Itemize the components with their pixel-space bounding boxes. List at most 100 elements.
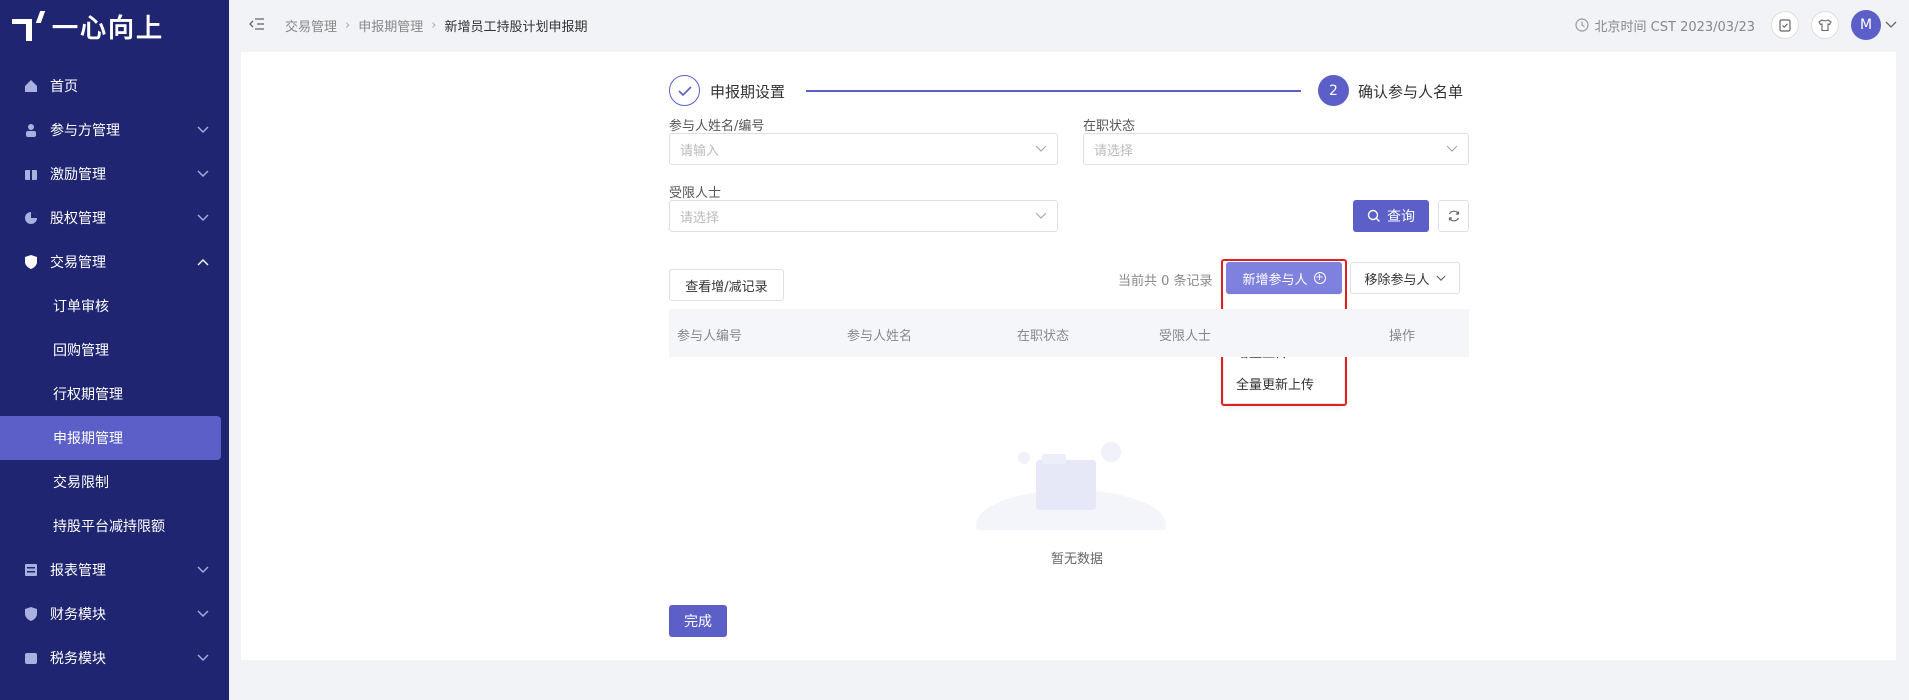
sidebar-item-home[interactable]: 首页 xyxy=(0,64,229,108)
sidebar-subitem-label: 持股平台减持限额 xyxy=(53,519,165,535)
breadcrumb-item[interactable]: 交易管理 xyxy=(285,16,337,35)
remove-participant-label: 移除参与人 xyxy=(1364,272,1430,288)
query-button[interactable]: 查询 xyxy=(1353,200,1429,232)
sidebar-item-label: 交易管理 xyxy=(50,255,106,271)
table-column-header: 受限人士 xyxy=(1159,329,1212,344)
query-button-label: 查询 xyxy=(1387,208,1415,224)
sidebar-subitem-platform-limit[interactable]: 持股平台减持限额 xyxy=(0,504,229,548)
header-right: 北京时间 CST 2023/03/23 M xyxy=(1574,0,1897,50)
avatar[interactable]: M xyxy=(1851,10,1881,40)
table-column-header: 参与人姓名 xyxy=(847,329,913,344)
record-count: 当前共 0 条记录 xyxy=(1118,274,1213,289)
table-header: 参与人编号 参与人姓名 在职状态 受限人士 操作 xyxy=(669,309,1469,357)
time-display: 北京时间 CST 2023/03/23 xyxy=(1574,16,1755,35)
check-icon xyxy=(677,85,692,96)
chevron-down-icon xyxy=(195,606,211,622)
chevron-up-icon xyxy=(195,254,211,270)
chevron-down-icon xyxy=(195,166,211,182)
sidebar-subitem-label: 交易限制 xyxy=(53,475,109,491)
report-icon xyxy=(22,562,40,578)
sidebar-subitem-label: 行权期管理 xyxy=(53,387,123,403)
chevron-down-icon xyxy=(1446,145,1458,152)
sidebar-subitem-exercise-period[interactable]: 行权期管理 xyxy=(0,372,229,416)
clothes-button[interactable] xyxy=(1811,11,1839,39)
steps: 申报期设置 2 确认参与人名单 xyxy=(669,75,1469,107)
home-icon xyxy=(22,78,40,94)
breadcrumb: 交易管理 › 申报期管理 › 新增员工持股计划申报期 xyxy=(285,16,587,35)
time-label: 北京时间 CST 2023/03/23 xyxy=(1594,19,1755,35)
sidebar-subitem-label: 订单审核 xyxy=(53,299,109,315)
name-filter-placeholder: 请输入 xyxy=(680,143,720,159)
clock-icon xyxy=(1574,18,1589,32)
clipboard-check-icon xyxy=(1779,19,1791,32)
refresh-icon xyxy=(1448,210,1459,222)
sidebar-item-tax[interactable]: 税务模块 xyxy=(0,636,229,680)
sidebar-item-label: 首页 xyxy=(50,79,78,95)
empty-illustration xyxy=(976,430,1166,560)
status-filter-select[interactable]: 请选择 xyxy=(1083,133,1469,165)
search-icon xyxy=(1367,209,1380,222)
sidebar-item-label: 股权管理 xyxy=(50,211,106,227)
logo[interactable]: 一心向上 xyxy=(0,0,229,52)
sidebar-item-label: 参与方管理 xyxy=(50,123,120,139)
sidebar-subitem-label: 回购管理 xyxy=(53,343,109,359)
equity-icon xyxy=(22,210,40,226)
view-change-record-label: 查看增/减记录 xyxy=(685,279,768,295)
chevron-down-icon xyxy=(1035,212,1047,219)
sidebar-item-finance[interactable]: 财务模块 xyxy=(0,592,229,636)
name-filter-label: 参与人姓名/编号 xyxy=(669,119,765,134)
reset-button[interactable] xyxy=(1438,200,1469,232)
table-column-header: 在职状态 xyxy=(1017,329,1070,344)
sidebar-item-participants[interactable]: 参与方管理 xyxy=(0,108,229,152)
menu-item-full-update-upload[interactable]: 全量更新上传 xyxy=(1224,367,1344,399)
step-1-label: 申报期设置 xyxy=(710,83,786,101)
plus-circle-icon: + xyxy=(1313,272,1326,284)
step-connector xyxy=(806,90,1301,92)
sidebar-subitem-trade-restriction[interactable]: 交易限制 xyxy=(0,460,229,504)
top-header: 交易管理 › 申报期管理 › 新增员工持股计划申报期 北京时间 CST 2023… xyxy=(229,0,1909,50)
step-done-indicator xyxy=(669,75,700,106)
status-filter-placeholder: 请选择 xyxy=(1094,143,1134,159)
restricted-filter-select[interactable]: 请选择 xyxy=(669,200,1058,232)
sidebar-subitem-declaration-period[interactable]: 申报期管理 xyxy=(0,416,221,460)
name-filter-input[interactable]: 请输入 xyxy=(669,133,1058,165)
done-button[interactable]: 完成 xyxy=(669,605,727,637)
restricted-filter-placeholder: 请选择 xyxy=(680,210,720,226)
sidebar-item-label: 税务模块 xyxy=(50,651,106,667)
task-button[interactable] xyxy=(1771,11,1799,39)
collapse-menu-icon[interactable] xyxy=(249,16,267,34)
chevron-down-icon xyxy=(195,562,211,578)
chevron-right-icon: › xyxy=(345,17,351,33)
remove-participant-button[interactable]: 移除参与人 xyxy=(1350,262,1460,294)
shield-icon xyxy=(22,254,40,270)
add-participant-label: 新增参与人 xyxy=(1242,272,1308,288)
shirt-icon xyxy=(1818,19,1832,32)
sidebar-item-label: 激励管理 xyxy=(50,167,106,183)
logo-text: 一心向上 xyxy=(52,13,165,44)
table-column-header: 参与人编号 xyxy=(677,329,743,344)
status-filter-label: 在职状态 xyxy=(1083,119,1136,134)
chevron-right-icon: › xyxy=(431,17,437,33)
people-icon xyxy=(22,122,40,138)
sidebar-subitem-buyback[interactable]: 回购管理 xyxy=(0,328,229,372)
chevron-down-icon xyxy=(195,122,211,138)
gift-icon xyxy=(22,166,40,182)
add-participant-button[interactable]: 新增参与人 + xyxy=(1226,262,1342,294)
sidebar-item-label: 报表管理 xyxy=(50,563,106,579)
done-button-label: 完成 xyxy=(684,614,712,630)
view-change-record-button[interactable]: 查看增/减记录 xyxy=(669,269,784,301)
empty-text: 暂无数据 xyxy=(1050,552,1103,567)
step-2-indicator: 2 xyxy=(1318,75,1349,106)
breadcrumb-current: 新增员工持股计划申报期 xyxy=(444,19,588,35)
tax-icon xyxy=(22,650,40,666)
sidebar-item-trade[interactable]: 交易管理 xyxy=(0,240,229,284)
sidebar-item-incentive[interactable]: 激励管理 xyxy=(0,152,229,196)
chevron-down-icon xyxy=(195,650,211,666)
chevron-down-icon xyxy=(195,210,211,226)
sidebar-item-equity[interactable]: 股权管理 xyxy=(0,196,229,240)
chevron-down-icon[interactable] xyxy=(1885,17,1897,33)
logo-mark-icon xyxy=(12,11,46,41)
breadcrumb-item[interactable]: 申报期管理 xyxy=(358,16,423,35)
sidebar-item-report[interactable]: 报表管理 xyxy=(0,548,229,592)
sidebar-subitem-order-review[interactable]: 订单审核 xyxy=(0,284,229,328)
